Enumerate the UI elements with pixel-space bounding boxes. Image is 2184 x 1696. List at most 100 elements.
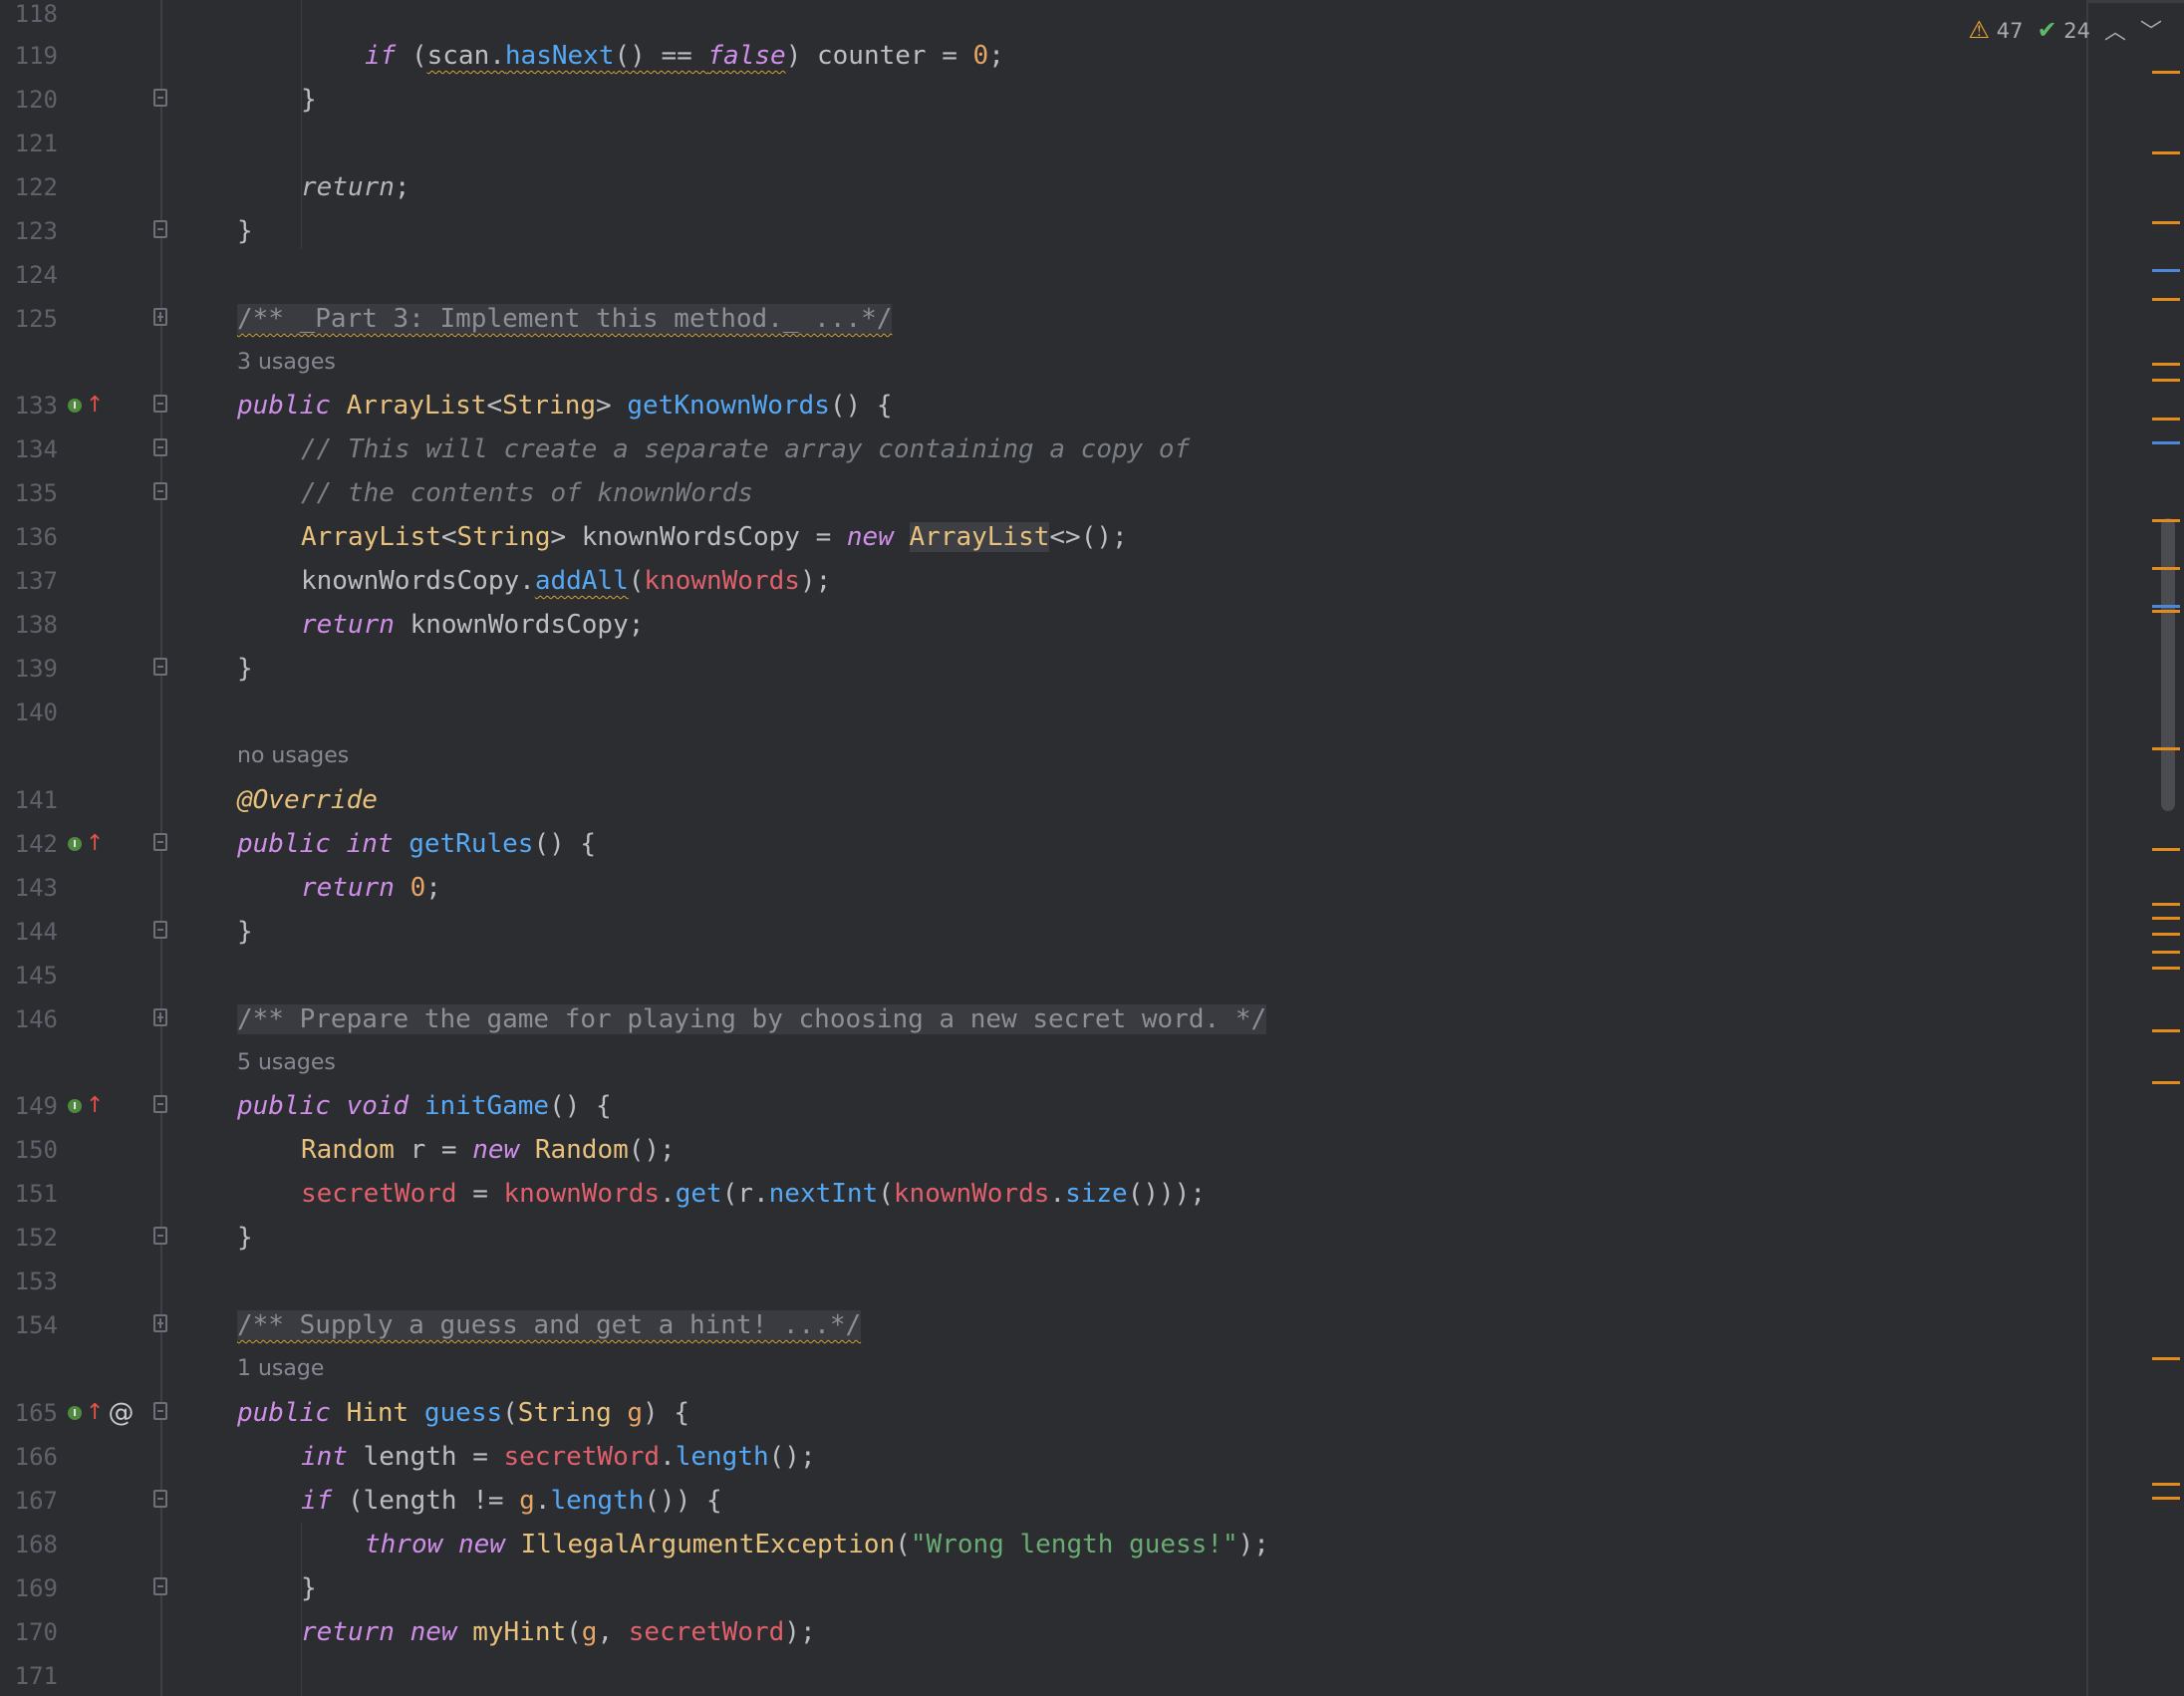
usages-hint[interactable]: 3 usages (237, 341, 336, 385)
code-line-135: // the contents of knownWords (301, 478, 753, 508)
warning-stripe-mark[interactable] (2152, 1483, 2180, 1486)
warning-stripe-mark[interactable] (2152, 933, 2180, 936)
line-number: 170 (14, 1618, 58, 1646)
warning-stripe-mark[interactable] (2152, 363, 2180, 366)
line-number: 135 (14, 479, 58, 507)
line-number: 149 (14, 1092, 58, 1120)
line-number: 167 (14, 1487, 58, 1515)
info-stripe-mark[interactable] (2152, 441, 2180, 444)
warning-stripe-mark[interactable] (2152, 1081, 2180, 1084)
inspections-widget[interactable]: ⚠ 47 ✔ 24 ︿ ﹀ (1969, 14, 2163, 46)
fold-end-icon[interactable] (153, 220, 167, 238)
vertical-scrollbar-thumb[interactable] (2161, 518, 2175, 811)
warning-stripe-mark[interactable] (2152, 221, 2180, 224)
line-number: 124 (14, 261, 58, 289)
code-editor[interactable]: 118 119 120 121 122 123 124 125 133 134 … (0, 0, 2184, 1696)
fold-start-icon[interactable] (153, 1095, 167, 1113)
line-number: 145 (14, 962, 58, 989)
fold-end-icon[interactable] (153, 1227, 167, 1245)
implements-marker[interactable]: ↑ (68, 384, 104, 427)
fold-start-icon[interactable] (153, 1402, 167, 1420)
line-number: 122 (14, 173, 58, 201)
fold-end-icon[interactable] (153, 482, 167, 500)
usages-hint[interactable]: no usages (237, 734, 349, 778)
code-line-133: public ArrayList<String> getKnownWords()… (237, 391, 893, 421)
usages-hint[interactable]: 5 usages (237, 1041, 336, 1085)
line-number: 168 (14, 1531, 58, 1558)
warning-stripe-mark[interactable] (2152, 747, 2180, 750)
line-number: 141 (14, 786, 58, 814)
weak-warnings-indicator[interactable]: ✔ 24 (2037, 16, 2090, 44)
implements-marker[interactable]: ↑ (68, 822, 104, 866)
warnings-indicator[interactable]: ⚠ 47 (1969, 16, 2024, 44)
usages-hint[interactable]: 1 usage (237, 1347, 324, 1391)
warning-stripe-mark[interactable] (2152, 1357, 2180, 1360)
right-margin-guide (2086, 0, 2088, 1696)
code-line-146[interactable]: /** Prepare the game for playing by choo… (237, 997, 1267, 1041)
fold-start-icon[interactable] (153, 438, 167, 456)
code-text-area[interactable]: if (scan.hasNext() == false) counter = 0… (229, 0, 2086, 1696)
line-number: 153 (14, 1268, 58, 1295)
warning-stripe-mark[interactable] (2152, 610, 2180, 613)
fold-end-icon[interactable] (153, 921, 167, 939)
line-number: 146 (14, 1005, 58, 1033)
warning-stripe-mark[interactable] (2152, 951, 2180, 954)
fold-end-icon[interactable] (153, 1577, 167, 1595)
warning-stripe-mark[interactable] (2152, 1029, 2180, 1032)
code-line-141: @Override (237, 785, 378, 815)
line-number: 154 (14, 1311, 58, 1339)
fold-expand-icon[interactable] (153, 308, 167, 326)
code-line-167: if (length != g.length()) { (301, 1486, 722, 1516)
line-number: 169 (14, 1574, 58, 1602)
info-stripe-mark[interactable] (2152, 605, 2180, 608)
implements-marker[interactable]: ↑ (68, 1084, 104, 1128)
previous-highlight-icon[interactable]: ︿ (2104, 14, 2126, 46)
warning-stripe-mark[interactable] (2152, 967, 2180, 970)
fold-start-icon[interactable] (153, 395, 167, 413)
code-line-144: } (237, 917, 253, 947)
fold-expand-icon[interactable] (153, 1008, 167, 1026)
code-line-165: public Hint guess(String g) { (237, 1398, 689, 1428)
implements-marker[interactable]: ↑ @ (68, 1391, 134, 1435)
line-number: 137 (14, 567, 58, 595)
fold-end-icon[interactable] (153, 89, 167, 107)
editor-gutter[interactable]: 118 119 120 121 122 123 124 125 133 134 … (0, 0, 229, 1696)
folded-doc-comment[interactable]: /** Supply a guess and get a hint! ...*/ (237, 1310, 862, 1340)
code-line-151: secretWord = knownWords.get(r.nextInt(kn… (301, 1179, 1206, 1209)
code-line-123: } (237, 216, 253, 246)
warning-stripe-mark[interactable] (2152, 848, 2180, 851)
warning-stripe-mark[interactable] (2152, 298, 2180, 301)
line-number: 123 (14, 217, 58, 245)
code-line-150: Random r = new Random(); (301, 1135, 676, 1165)
fold-expand-icon[interactable] (153, 1314, 167, 1332)
go-to-super-icon: ↑ (86, 831, 105, 856)
implements-icon (68, 1406, 82, 1420)
line-number: 136 (14, 523, 58, 551)
line-number: 150 (14, 1136, 58, 1164)
folded-doc-comment[interactable]: /** _Part 3: Implement this method._ ...… (237, 304, 893, 334)
warning-stripe-mark[interactable] (2152, 379, 2180, 382)
folded-doc-comment[interactable]: /** Prepare the game for playing by choo… (237, 1004, 1267, 1034)
code-line-120: } (301, 85, 317, 115)
line-number: 134 (14, 435, 58, 463)
warning-stripe-mark[interactable] (2152, 903, 2180, 906)
code-line-169: } (301, 1573, 317, 1603)
warning-stripe-mark[interactable] (2152, 418, 2180, 421)
code-line-154[interactable]: /** Supply a guess and get a hint! ...*/ (237, 1303, 862, 1347)
info-stripe-mark[interactable] (2152, 269, 2180, 272)
warning-stripe-mark[interactable] (2152, 1497, 2180, 1500)
warning-stripe-mark[interactable] (2152, 151, 2180, 154)
warning-stripe-mark[interactable] (2152, 519, 2180, 522)
warning-stripe-mark[interactable] (2152, 567, 2180, 570)
checkmark-icon: ✔ (2037, 16, 2057, 44)
line-number: 118 (14, 0, 58, 28)
fold-start-icon[interactable] (153, 833, 167, 851)
line-number: 152 (14, 1224, 58, 1252)
fold-end-icon[interactable] (153, 658, 167, 676)
fold-start-icon[interactable] (153, 1490, 167, 1508)
warning-stripe-mark[interactable] (2152, 71, 2180, 74)
warning-stripe-mark[interactable] (2152, 917, 2180, 920)
code-line-137: knownWordsCopy.addAll(knownWords); (301, 566, 832, 596)
code-line-166: int length = secretWord.length(); (301, 1442, 816, 1472)
code-line-125[interactable]: /** _Part 3: Implement this method._ ...… (237, 297, 893, 341)
